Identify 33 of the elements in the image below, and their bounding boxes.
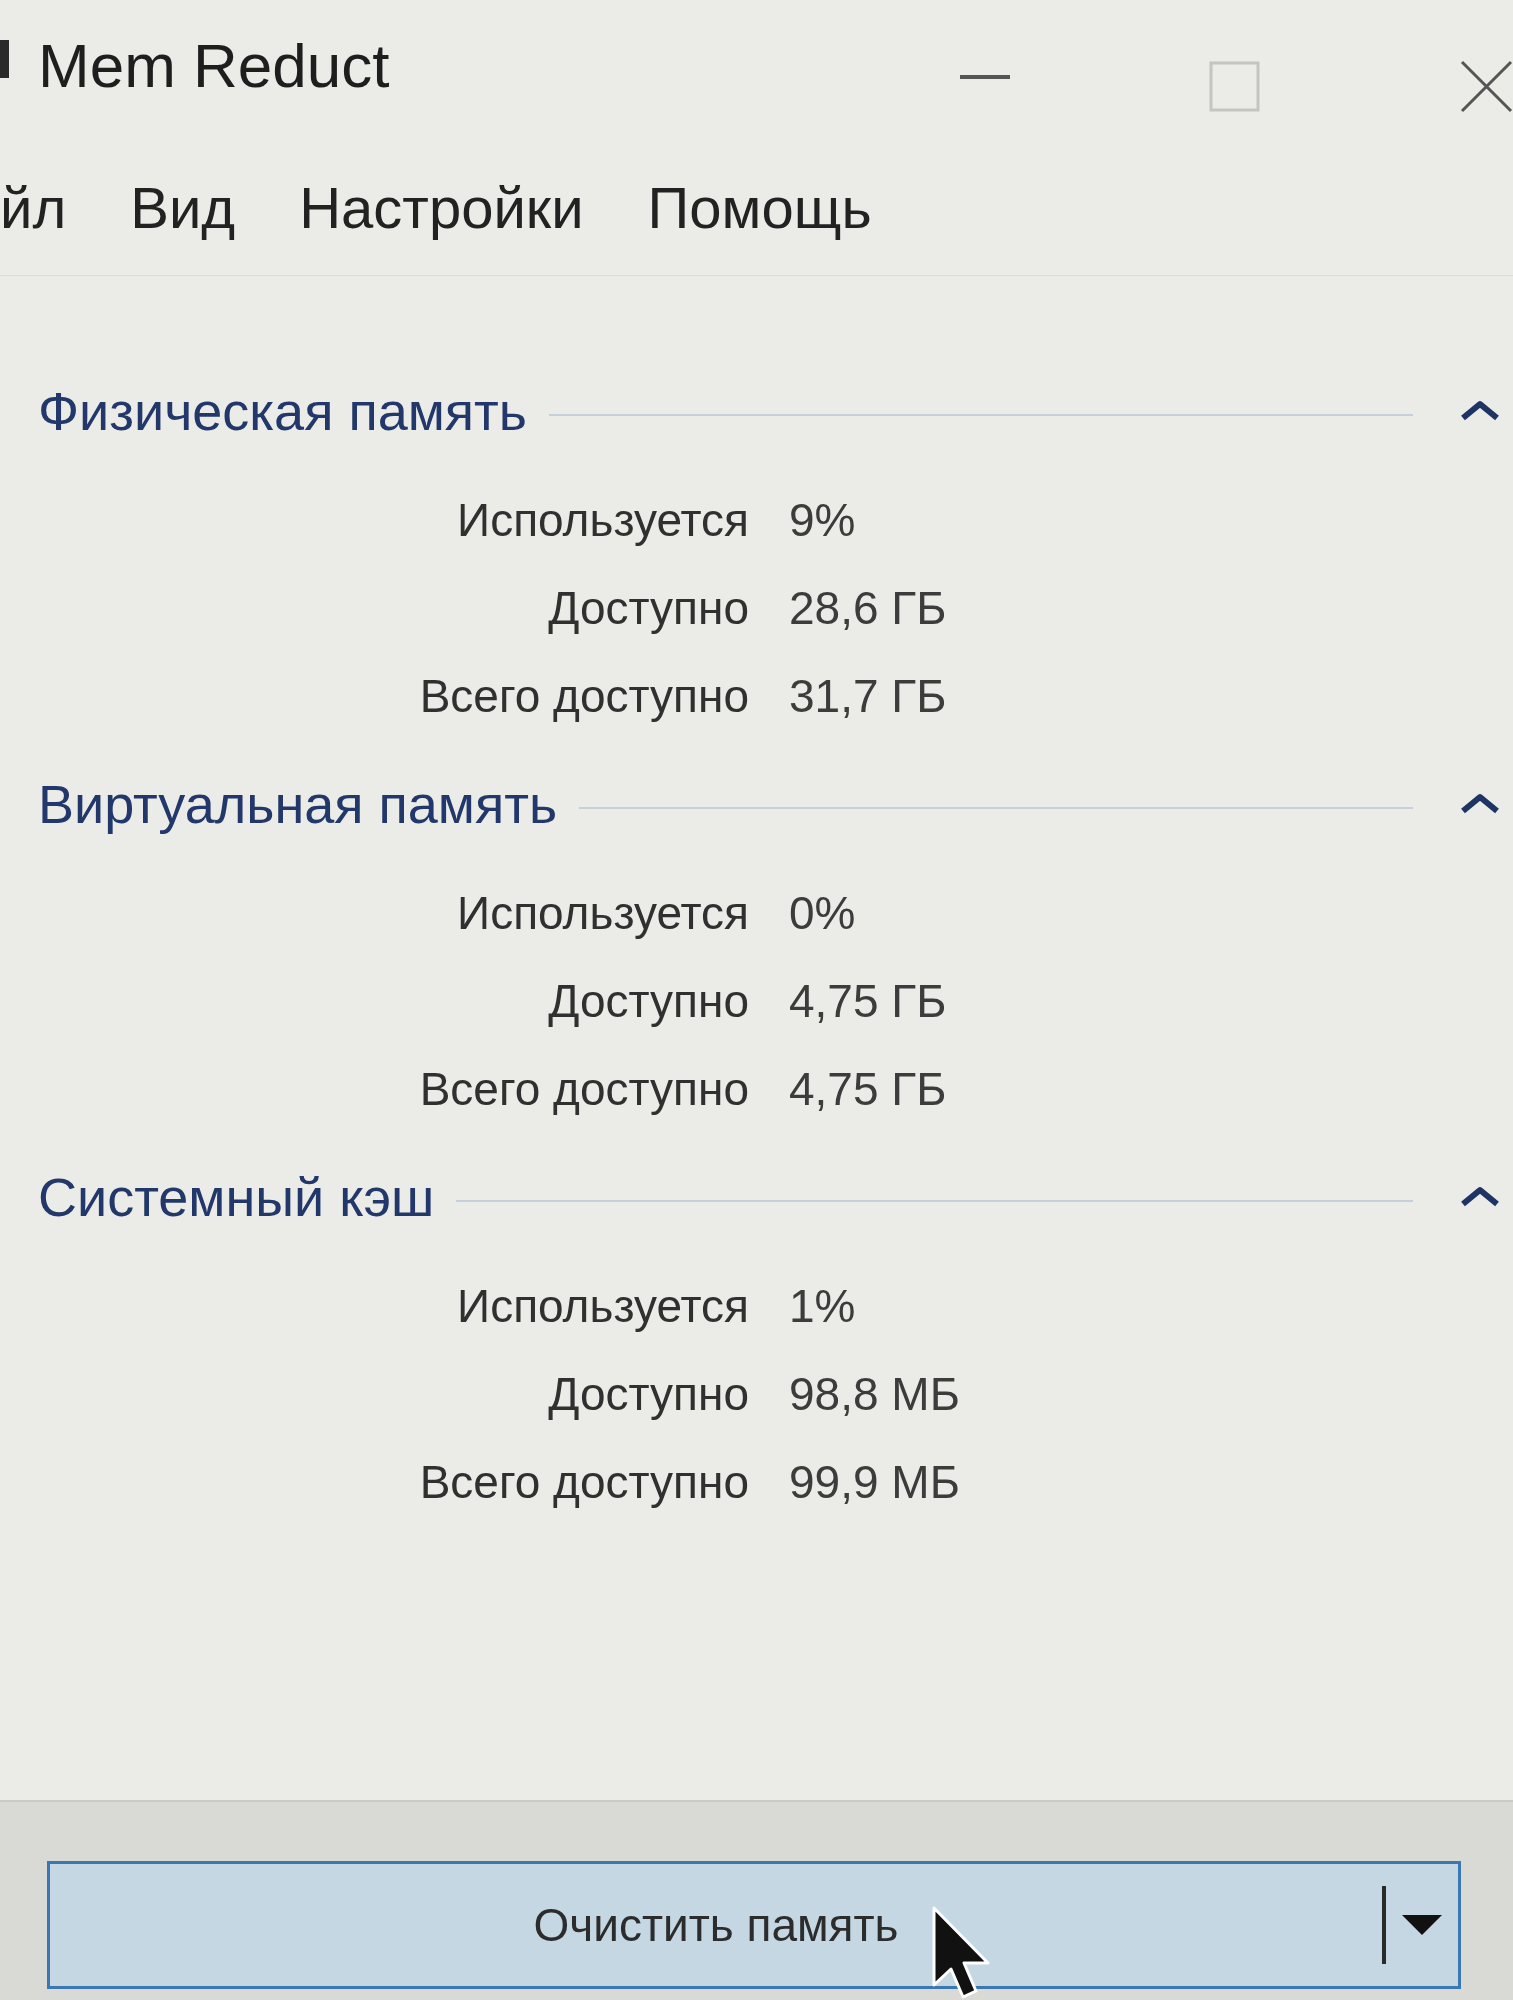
stat-label: Всего доступно [418, 669, 749, 723]
stat-label: Доступно [547, 1367, 749, 1421]
stat-value: 1% [789, 1279, 856, 1333]
stat-value: 31,7 ГБ [789, 669, 947, 723]
stat-value: 4,75 ГБ [789, 974, 947, 1028]
stat-label: Всего доступно [418, 1062, 749, 1116]
stat-value: 99,9 МБ [789, 1455, 960, 1509]
stat-label: Доступно [547, 974, 749, 1028]
stat-label: Используется [456, 886, 749, 940]
stat-label: Используется [456, 1279, 749, 1333]
stat-value: 28,6 ГБ [789, 581, 947, 635]
section-title: Виртуальная память [38, 773, 558, 835]
stat-value: 4,75 ГБ [789, 1062, 947, 1116]
window-title: Mem Reduct [38, 30, 390, 101]
stat-label: Используется [456, 493, 749, 547]
clean-memory-button[interactable]: Очистить память [47, 1861, 1461, 1989]
section-title: Системный кэш [38, 1166, 435, 1228]
stat-value: 0% [789, 886, 856, 940]
stat-value: 9% [789, 493, 856, 547]
stat-label: Доступно [547, 581, 749, 635]
app-icon [0, 40, 9, 78]
chevron-up-icon[interactable] [1459, 399, 1501, 423]
chevron-up-icon[interactable] [1459, 792, 1501, 816]
section-title: Физическая память [38, 380, 527, 442]
menu-item[interactable]: Помощь [647, 174, 872, 241]
stat-label: Всего доступно [418, 1455, 749, 1509]
menu-item[interactable]: Вид [130, 174, 236, 241]
menu-item[interactable]: йл [0, 174, 67, 241]
menu-item[interactable]: Настройки [299, 174, 584, 241]
chevron-up-icon[interactable] [1459, 1185, 1501, 1209]
stat-value: 98,8 МБ [789, 1367, 960, 1421]
dropdown-arrow-icon[interactable] [1402, 1915, 1442, 1935]
close-icon[interactable] [1460, 60, 1513, 113]
